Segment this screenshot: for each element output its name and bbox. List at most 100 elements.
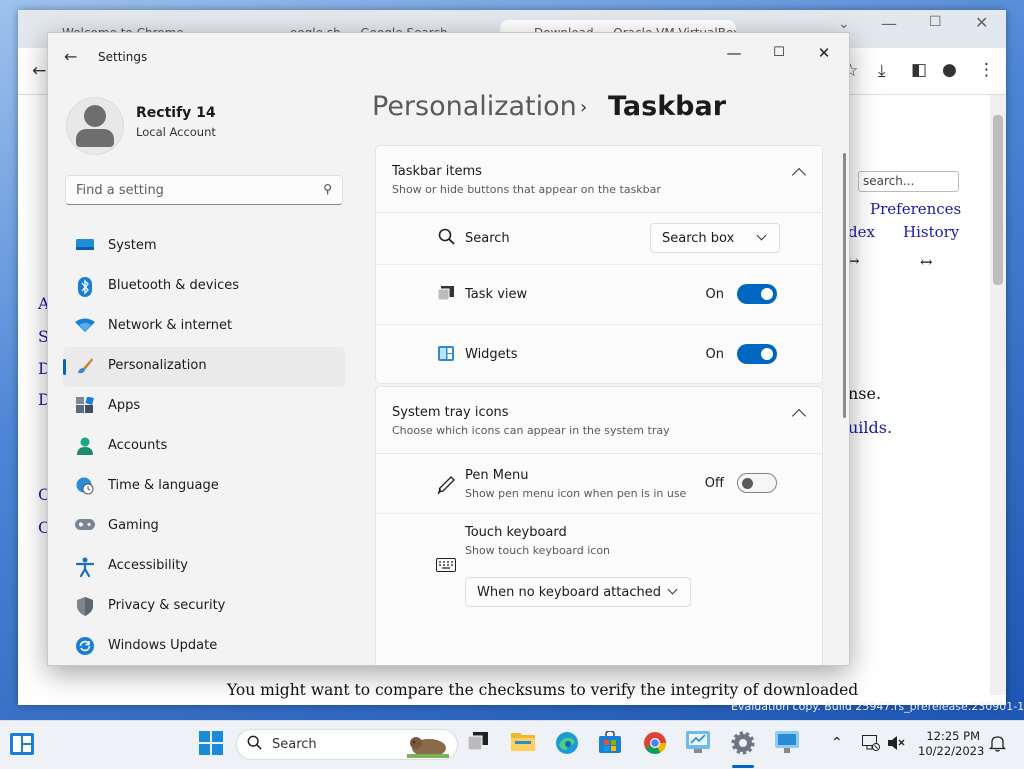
chevron-up-icon[interactable]: [791, 167, 807, 183]
sidebar-nav: System Bluetooth & devices Network & int…: [63, 227, 345, 665]
apps-icon: [75, 396, 95, 417]
sidebar-item-accounts[interactable]: Accounts: [63, 427, 345, 467]
find-setting-input[interactable]: Find a setting ⚲: [65, 175, 343, 205]
settings-gear-icon[interactable]: [729, 731, 757, 759]
close-icon[interactable]: ✕: [806, 41, 842, 65]
sidebar-item-gaming[interactable]: Gaming: [63, 507, 345, 547]
store-icon[interactable]: [596, 730, 624, 759]
task-view-toggle[interactable]: [737, 284, 777, 304]
maximize-icon[interactable]: ☐: [761, 41, 797, 65]
clock-time: 12:25 PM: [926, 729, 980, 743]
widgets-taskbar-icon[interactable]: [10, 733, 34, 755]
minimize-icon[interactable]: —: [881, 14, 897, 33]
search-mode-dropdown[interactable]: Search box: [650, 223, 780, 253]
window-title: Settings: [98, 50, 148, 64]
sidebar-item-apps[interactable]: Apps: [63, 387, 345, 427]
link-index[interactable]: dex: [848, 223, 875, 241]
network-status-icon[interactable]: [862, 735, 880, 755]
toggle-knob: [742, 478, 753, 489]
download-icon[interactable]: ⤓: [878, 61, 886, 81]
profile-icon[interactable]: ●: [942, 60, 957, 80]
system-tray-header[interactable]: System tray icons Choose which icons can…: [376, 387, 822, 454]
sidebar-item-label: Bluetooth & devices: [108, 278, 239, 293]
maximize-icon[interactable]: ☐: [929, 14, 942, 30]
setting-sublabel: Show touch keyboard icon: [465, 544, 611, 557]
page-search-input[interactable]: search...: [858, 171, 959, 192]
page-link[interactable]: uilds.: [848, 418, 892, 437]
sidebar-item-time-language[interactable]: Time & language: [63, 467, 345, 507]
sidebar-item-system[interactable]: System: [63, 227, 345, 267]
back-arrow-icon[interactable]: ←: [64, 47, 77, 66]
toggle-state-label: Off: [704, 476, 724, 491]
globe-clock-icon: [75, 477, 95, 497]
toggle-knob: [761, 348, 773, 360]
close-icon[interactable]: ✕: [975, 13, 988, 32]
control-panel-icon[interactable]: [684, 731, 712, 759]
sidebar-item-windows-update[interactable]: Windows Update: [63, 627, 345, 665]
monitor-icon: [75, 237, 95, 257]
shield-icon: [75, 597, 95, 617]
widgets-toggle[interactable]: [737, 344, 777, 364]
profile-account-type: Local Account: [136, 125, 216, 139]
sidebar-item-label: Personalization: [108, 358, 207, 373]
sidebar-item-label: Windows Update: [108, 638, 218, 653]
task-view-icon[interactable]: [464, 731, 492, 759]
browser-scrollbar[interactable]: [990, 95, 1006, 695]
avatar-head: [84, 105, 106, 127]
taskbar-search-box[interactable]: Search: [236, 729, 458, 760]
sidebar-item-label: Accounts: [108, 438, 168, 453]
sidebar-item-label: Network & internet: [108, 318, 233, 333]
chevron-up-icon[interactable]: [791, 408, 807, 424]
setting-label: Touch keyboard: [465, 525, 567, 540]
wifi-icon: [75, 317, 95, 337]
section-subtitle: Choose which icons can appear in the sys…: [392, 424, 670, 437]
sidebar-item-label: Accessibility: [108, 558, 188, 573]
taskbar-clock[interactable]: 12:25 PM 10/22/2023: [918, 729, 984, 759]
edge-icon[interactable]: [553, 731, 581, 759]
remote-desktop-icon[interactable]: [773, 731, 801, 759]
pen-menu-toggle[interactable]: [737, 473, 777, 493]
volume-muted-icon[interactable]: [887, 735, 905, 755]
sidebar-item-network[interactable]: Network & internet: [63, 307, 345, 347]
search-placeholder: search...: [863, 174, 915, 188]
toggle-state-label: On: [705, 347, 724, 362]
file-explorer-icon[interactable]: [509, 731, 537, 759]
tab-search-icon[interactable]: ⌄: [838, 16, 850, 32]
chevron-down-icon: [756, 230, 767, 241]
start-icon[interactable]: [197, 731, 225, 759]
title-bar: ← Settings — ☐ ✕: [48, 33, 849, 81]
content-scrollbar[interactable]: [843, 153, 846, 418]
section-title: Taskbar items: [392, 164, 482, 179]
sidebar-item-label: Apps: [108, 398, 141, 413]
menu-dots-icon[interactable]: ⋮: [978, 60, 995, 80]
page-text: You might want to compare the checksums …: [227, 681, 859, 699]
taskbar-search-label: Search: [272, 737, 317, 752]
sidebar-item-privacy[interactable]: Privacy & security: [63, 587, 345, 627]
chrome-icon[interactable]: [641, 731, 669, 759]
sidebar-item-label: Time & language: [108, 478, 219, 493]
setting-label: Widgets: [465, 347, 518, 362]
chevron-up-icon[interactable]: ⌃: [831, 735, 843, 751]
dropdown-value: When no keyboard attached: [477, 585, 661, 600]
link-history[interactable]: History: [903, 223, 959, 241]
sidebar-item-bluetooth[interactable]: Bluetooth & devices: [63, 267, 345, 307]
settings-window: ← Settings — ☐ ✕ Rectify 14 Local Accoun…: [47, 32, 850, 666]
wombat-highlight-icon: [407, 732, 449, 762]
sidebar-item-accessibility[interactable]: Accessibility: [63, 547, 345, 587]
taskbar-items-header[interactable]: Taskbar items Show or hide buttons that …: [376, 146, 822, 213]
notification-bell-icon[interactable]: [988, 735, 1007, 756]
toggle-knob: [761, 288, 773, 300]
brush-icon: [75, 357, 95, 377]
breadcrumb-parent[interactable]: Personalization: [372, 91, 577, 122]
sidebar-item-personalization[interactable]: Personalization: [63, 347, 345, 387]
link-preferences[interactable]: Preferences: [870, 200, 961, 218]
dropdown-value: Search box: [662, 231, 735, 246]
chevron-down-icon: [667, 584, 678, 595]
sidebar-item-label: Privacy & security: [108, 598, 226, 613]
back-arrow-icon[interactable]: ←: [32, 61, 46, 81]
setting-row-pen-menu: Pen Menu Show pen menu icon when pen is …: [376, 454, 822, 514]
sidepanel-icon[interactable]: ◧: [911, 60, 927, 80]
touch-keyboard-dropdown[interactable]: When no keyboard attached: [465, 577, 691, 607]
minimize-icon[interactable]: —: [716, 41, 752, 65]
scroll-thumb[interactable]: [993, 115, 1003, 285]
